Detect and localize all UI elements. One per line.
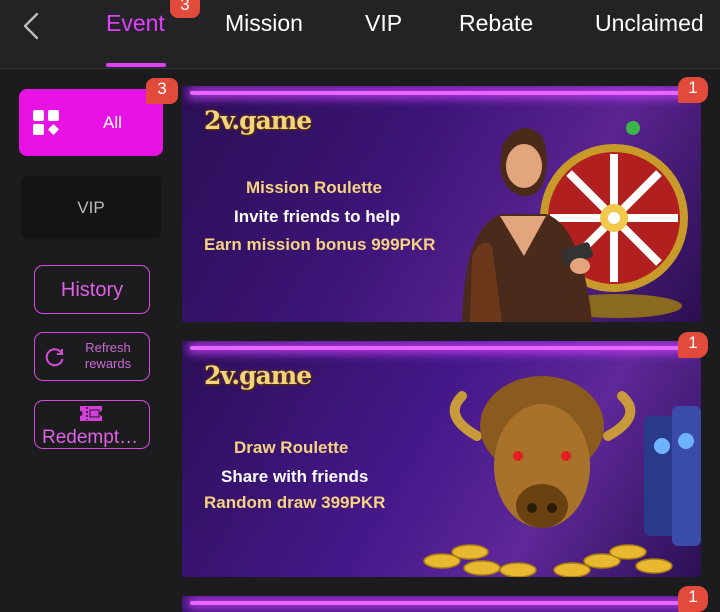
grid-icon xyxy=(33,110,59,135)
tab-unclaimed[interactable]: Unclaimed xyxy=(595,10,704,37)
refresh-rewards-label: Refresh rewards xyxy=(84,340,132,371)
top-nav: Event 3 Mission VIP Rebate Unclaimed xyxy=(0,0,720,69)
golden-bison-with-coins xyxy=(423,376,701,577)
promo-line: Random draw 399PKR xyxy=(204,493,386,512)
redemption-button[interactable]: Redempt… xyxy=(34,400,150,449)
active-tab-indicator xyxy=(106,63,166,67)
card-badge: 1 xyxy=(678,332,708,358)
event-card-draw-roulette[interactable]: 2v.game Draw Roulette Share with friends… xyxy=(182,341,701,577)
chevron-left-icon[interactable] xyxy=(20,12,44,40)
brand-logo: 2v.game xyxy=(204,106,312,135)
refresh-icon xyxy=(45,348,64,367)
event-card-mission-roulette[interactable]: 2v.game Mission Roulette Invite friends … xyxy=(182,86,701,322)
card-badge: 1 xyxy=(678,586,708,612)
tab-mission[interactable]: Mission xyxy=(225,10,303,37)
promo-title: Draw Roulette xyxy=(234,438,349,457)
refresh-rewards-button[interactable]: Refresh rewards xyxy=(34,332,150,381)
neon-bar xyxy=(190,346,693,350)
neon-bar xyxy=(190,601,693,605)
sidebar-item-all-label: All xyxy=(103,113,122,132)
history-button[interactable]: History xyxy=(34,265,150,314)
event-card[interactable] xyxy=(182,596,701,612)
tab-event-badge: 3 xyxy=(170,0,200,18)
tab-vip[interactable]: VIP xyxy=(365,10,402,37)
card-badge: 1 xyxy=(678,77,708,103)
promo-line: Earn mission bonus 999PKR xyxy=(204,235,436,254)
redemption-label: Redempt… xyxy=(42,427,139,448)
promo-line: Share with friends xyxy=(221,467,369,486)
ticket-icon xyxy=(80,406,102,421)
tab-event[interactable]: Event xyxy=(106,10,165,37)
promo-title: Mission Roulette xyxy=(246,178,383,197)
sidebar-all-badge: 3 xyxy=(146,78,178,104)
woman-with-roulette-wheel xyxy=(462,121,688,322)
sidebar-item-vip[interactable]: VIP xyxy=(21,176,161,239)
brand-logo: 2v.game xyxy=(204,361,312,390)
sidebar-item-all[interactable]: All xyxy=(19,89,163,156)
sidebar-item-vip-label: VIP xyxy=(77,198,105,217)
promo-line: Invite friends to help xyxy=(234,207,401,226)
history-button-label: History xyxy=(60,279,124,301)
tab-rebate[interactable]: Rebate xyxy=(459,10,533,37)
neon-bar xyxy=(190,91,693,95)
